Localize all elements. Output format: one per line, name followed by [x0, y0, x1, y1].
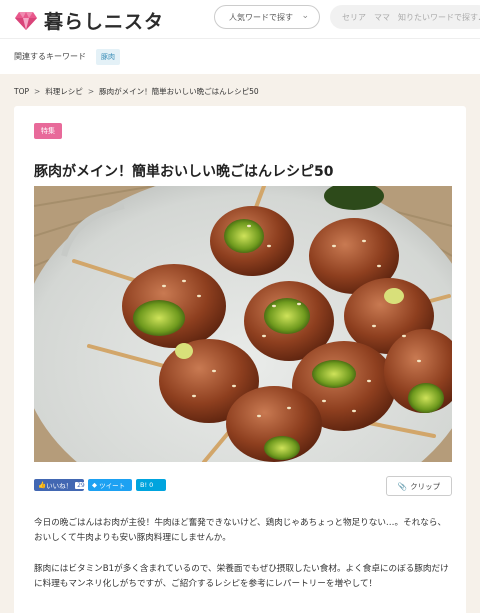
- popular-word-select-label: 人気ワードで探す: [229, 12, 293, 22]
- facebook-like-button[interactable]: 👍 いいね！ 29: [34, 479, 87, 491]
- breadcrumb-top[interactable]: TOP: [14, 87, 29, 96]
- related-keywords-label: 関連するキーワード: [14, 52, 86, 61]
- thumbs-up-icon: 👍: [38, 481, 47, 489]
- logo-text: 暮らしニスタ: [44, 11, 165, 33]
- tweet-button[interactable]: ◆ ツイート: [88, 479, 132, 491]
- bird-icon: ◆: [92, 481, 97, 489]
- body-paragraph: 豚肉にはビタミンB1が多く含まれているので、栄養面でもぜひ摂取したい食材。よく食…: [34, 564, 449, 589]
- facebook-like-count: 29: [75, 481, 87, 489]
- breadcrumb-current: 豚肉がメイン！簡単おいしい晩ごはんレシピ50: [99, 87, 259, 96]
- paperclip-icon: 📎: [397, 481, 408, 491]
- breadcrumb-recipes[interactable]: 料理レシピ: [45, 86, 83, 97]
- clip-button[interactable]: 📎 クリップ: [386, 476, 452, 496]
- search-input[interactable]: セリア ママ 知りたいワードで探す♪: [330, 5, 480, 29]
- tweet-label: ツイート: [99, 482, 126, 490]
- breadcrumb-separator: >: [87, 87, 95, 96]
- site-header: 暮らしニスタ 人気ワードで探す ⌄ セリア ママ 知りたいワードで探す♪: [0, 0, 480, 38]
- article-card: 特集 豚肉がメイン！簡単おいしい晩ごはんレシピ50 👍 いいね！ 29 ◆ ツイ…: [14, 106, 466, 613]
- food-photo-illustration: [34, 186, 452, 462]
- search-placeholder: セリア ママ 知りたいワードで探す♪: [342, 12, 480, 22]
- facebook-like-label: いいね！: [46, 482, 73, 490]
- breadcrumb: TOP > 料理レシピ > 豚肉がメイン！簡単おいしい晩ごはんレシピ50: [14, 86, 259, 97]
- chevron-down-icon: ⌄: [301, 11, 309, 21]
- article-title: 豚肉がメイン！簡単おいしい晩ごはんレシピ50: [34, 164, 334, 180]
- related-keywords-bar: 関連するキーワード 豚肉: [0, 38, 480, 74]
- hatena-bookmark-button[interactable]: B! 0: [136, 479, 166, 491]
- share-buttons: 👍 いいね！ 29 ◆ ツイート B! 0: [34, 479, 166, 491]
- keyword-tag[interactable]: 豚肉: [96, 48, 120, 65]
- pork-rolls-food-photo: [34, 186, 452, 462]
- breadcrumb-separator: >: [34, 87, 41, 96]
- popular-word-select[interactable]: 人気ワードで探す ⌄: [214, 5, 320, 29]
- site-logo[interactable]: 暮らしニスタ: [14, 7, 164, 34]
- feature-badge: 特集: [34, 123, 62, 139]
- hatena-count: 0: [149, 481, 154, 489]
- intro-paragraph: 今日の晩ごはんはお肉が主役！牛肉ほど奮発できないけど、鶏肉じゃあちょっと物足りな…: [34, 518, 447, 543]
- hatena-label: B!: [140, 481, 148, 489]
- clip-label: クリップ: [410, 481, 441, 491]
- gem-icon: [15, 11, 37, 30]
